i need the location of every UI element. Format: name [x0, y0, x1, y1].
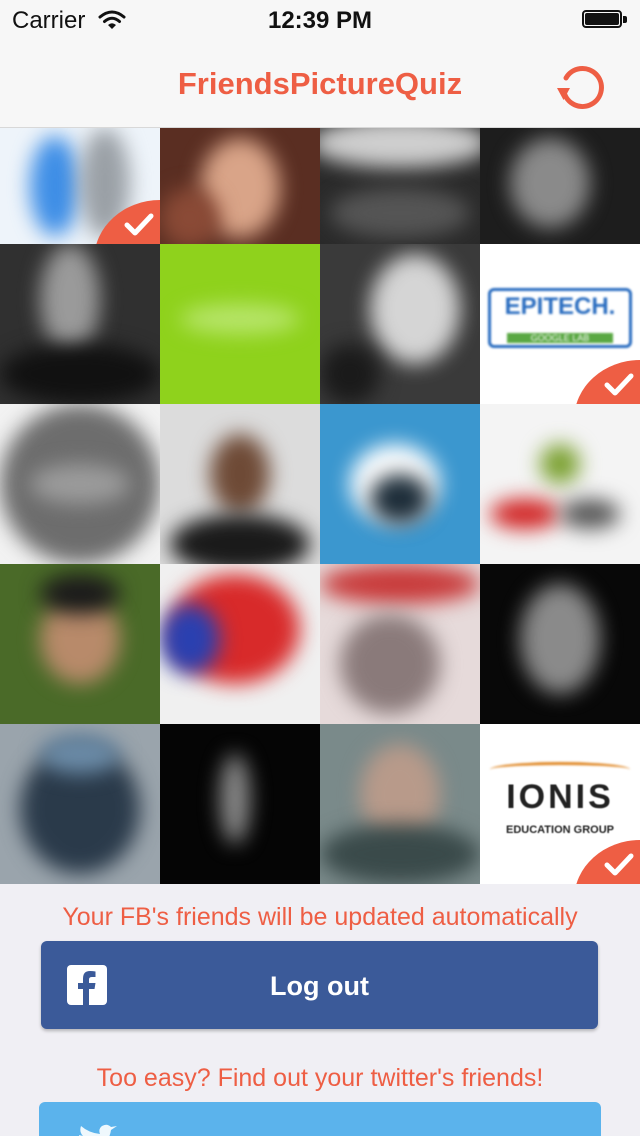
header: Carrier 12:39 PM FriendsPictureQuiz: [0, 0, 640, 128]
friend-photo[interactable]: [480, 404, 640, 564]
friend-photo[interactable]: [480, 564, 640, 724]
checkmark-badge: [574, 840, 640, 884]
logout-label: Log out: [270, 971, 369, 1001]
friend-photo[interactable]: [0, 564, 160, 724]
friend-photo[interactable]: [0, 128, 160, 244]
epitech-logo-subtitle: GOOGLE LAB: [507, 333, 613, 343]
friend-photo[interactable]: [160, 724, 320, 884]
checkmark-icon: [124, 213, 154, 236]
epitech-logo-text: EPITECH.: [504, 293, 616, 320]
friend-photo[interactable]: [320, 404, 480, 564]
checkmark-icon: [604, 853, 634, 876]
checkmark-icon: [604, 373, 634, 396]
friend-photo[interactable]: EPITECH. GOOGLE LAB: [480, 244, 640, 404]
refresh-icon[interactable]: [554, 60, 610, 112]
update-notice: Your FB's friends will be updated automa…: [62, 903, 578, 931]
epitech-logo: EPITECH. GOOGLE LAB: [488, 288, 632, 348]
screen: Carrier 12:39 PM FriendsPictureQuiz EPIT…: [0, 0, 640, 1136]
friend-photo[interactable]: IONIS EDUCATION GROUP: [480, 724, 640, 884]
friends-photo-grid: EPITECH. GOOGLE LAB IONIS EDUCATION GROUP: [0, 128, 640, 884]
friend-photo[interactable]: [320, 724, 480, 884]
clock: 12:39 PM: [267, 7, 373, 34]
friend-photo[interactable]: [160, 128, 320, 244]
friend-photo[interactable]: [0, 244, 160, 404]
friend-photo[interactable]: [160, 244, 320, 404]
page-title: FriendsPictureQuiz: [177, 66, 463, 101]
ionis-logo-text: IONIS: [506, 778, 614, 816]
friend-photo[interactable]: [0, 404, 160, 564]
friend-photo[interactable]: [320, 128, 480, 244]
ionis-logo-subtitle: EDUCATION GROUP: [506, 824, 614, 836]
twitter-button[interactable]: [39, 1102, 601, 1136]
battery-icon: [582, 10, 628, 30]
friend-photo[interactable]: [320, 564, 480, 724]
friend-photo[interactable]: [0, 724, 160, 884]
friend-photo[interactable]: [480, 128, 640, 244]
twitter-prompt: Too easy? Find out your twitter's friend…: [96, 1064, 544, 1092]
twitter-bird-icon: [79, 1124, 117, 1136]
logout-button[interactable]: Log out: [41, 941, 598, 1029]
friend-photo[interactable]: [160, 564, 320, 724]
checkmark-badge: [574, 360, 640, 404]
status-bar: Carrier 12:39 PM: [0, 0, 640, 40]
friend-photo[interactable]: [160, 404, 320, 564]
friend-photo[interactable]: [320, 244, 480, 404]
